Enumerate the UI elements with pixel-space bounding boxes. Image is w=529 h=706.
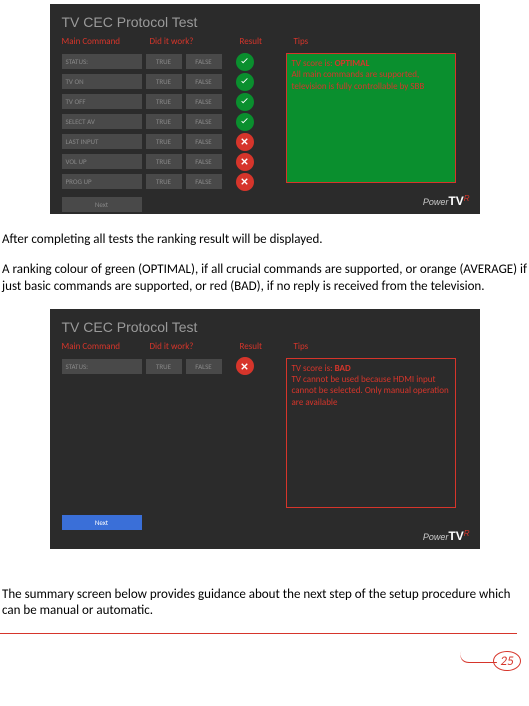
true-button[interactable]: TRUE [146, 114, 182, 129]
cmd-row: STATUS: TRUE FALSE [62, 358, 254, 375]
cmd-label: TV ON [62, 74, 142, 89]
false-button[interactable]: FALSE [186, 114, 222, 129]
cmd-row: PROG UP TRUE FALSE [62, 173, 254, 190]
header-did-it-work: Did it work? [150, 341, 240, 352]
page-footer: 25 [0, 633, 529, 673]
true-button[interactable]: TRUE [146, 94, 182, 109]
tips-box-optimal: TV score is: OPTIMAL All main commands a… [286, 53, 456, 183]
cmd-label: STATUS: [62, 359, 142, 374]
cmd-label: VOL UP [62, 154, 142, 169]
check-icon [236, 73, 254, 91]
power-tv-logo: PowerTVR [423, 529, 470, 543]
screenshot-bad: TV CEC Protocol Test Main Command Did it… [50, 309, 480, 549]
header-result: Result [240, 36, 294, 47]
tips-prefix: TV score is: [292, 58, 335, 69]
cmd-label: PROG UP [62, 174, 142, 189]
true-button[interactable]: TRUE [146, 359, 182, 374]
check-icon [236, 93, 254, 111]
paragraph-2: A ranking colour of green (OPTIMAL), if … [0, 262, 529, 295]
true-button[interactable]: TRUE [146, 74, 182, 89]
cmd-label: SELECT AV [62, 114, 142, 129]
tips-prefix: TV score is: [292, 363, 335, 374]
true-button[interactable]: TRUE [146, 174, 182, 189]
next-row: Next [62, 514, 254, 531]
paragraph-1: After completing all tests the ranking r… [0, 232, 529, 248]
false-button[interactable]: FALSE [186, 54, 222, 69]
footer-divider [0, 633, 517, 634]
false-button[interactable]: FALSE [186, 94, 222, 109]
false-button[interactable]: FALSE [186, 174, 222, 189]
header-main-command: Main Command [62, 341, 150, 352]
column-headers: Main Command Did it work? Result Tips [62, 341, 468, 352]
check-icon [236, 53, 254, 71]
next-row: Next [62, 196, 254, 213]
power-tv-logo: PowerTVR [423, 194, 470, 208]
false-button[interactable]: FALSE [186, 154, 222, 169]
page-number: 25 [493, 651, 521, 671]
paragraph-3: The summary screen below provides guidan… [0, 587, 529, 620]
tips-score: BAD [335, 363, 351, 374]
cmd-row: TV OFF TRUE FALSE [62, 93, 254, 110]
panel-title: TV CEC Protocol Test [62, 14, 468, 30]
cmd-row: LAST INPUT TRUE FALSE [62, 133, 254, 150]
header-did-it-work: Did it work? [150, 36, 240, 47]
cmd-label: TV OFF [62, 94, 142, 109]
header-tips: Tips [294, 36, 468, 47]
cross-icon [236, 133, 254, 151]
cmd-row: VOL UP TRUE FALSE [62, 153, 254, 170]
cross-icon [236, 153, 254, 171]
next-button[interactable]: Next [62, 197, 142, 212]
cmd-row: TV ON TRUE FALSE [62, 73, 254, 90]
true-button[interactable]: TRUE [146, 154, 182, 169]
cmd-row: STATUS: TRUE FALSE [62, 53, 254, 70]
cross-icon [236, 357, 254, 375]
false-button[interactable]: FALSE [186, 359, 222, 374]
cmd-row: SELECT AV TRUE FALSE [62, 113, 254, 130]
true-button[interactable]: TRUE [146, 54, 182, 69]
cmd-label: LAST INPUT [62, 134, 142, 149]
cmd-label: STATUS: [62, 54, 142, 69]
cross-icon [236, 173, 254, 191]
tips-score: OPTIMAL [335, 58, 370, 69]
screenshot-optimal: TV CEC Protocol Test Main Command Did it… [50, 4, 480, 214]
tips-box-bad: TV score is: BAD TV cannot be used becau… [286, 358, 456, 508]
false-button[interactable]: FALSE [186, 134, 222, 149]
column-headers: Main Command Did it work? Result Tips [62, 36, 468, 47]
false-button[interactable]: FALSE [186, 74, 222, 89]
header-tips: Tips [294, 341, 468, 352]
next-button[interactable]: Next [62, 515, 142, 530]
tips-text: All main commands are supported, televis… [292, 69, 450, 92]
true-button[interactable]: TRUE [146, 134, 182, 149]
tips-text: TV cannot be used because HDMI input can… [292, 374, 450, 408]
check-icon [236, 113, 254, 131]
header-main-command: Main Command [62, 36, 150, 47]
header-result: Result [240, 341, 294, 352]
panel-title: TV CEC Protocol Test [62, 319, 468, 335]
